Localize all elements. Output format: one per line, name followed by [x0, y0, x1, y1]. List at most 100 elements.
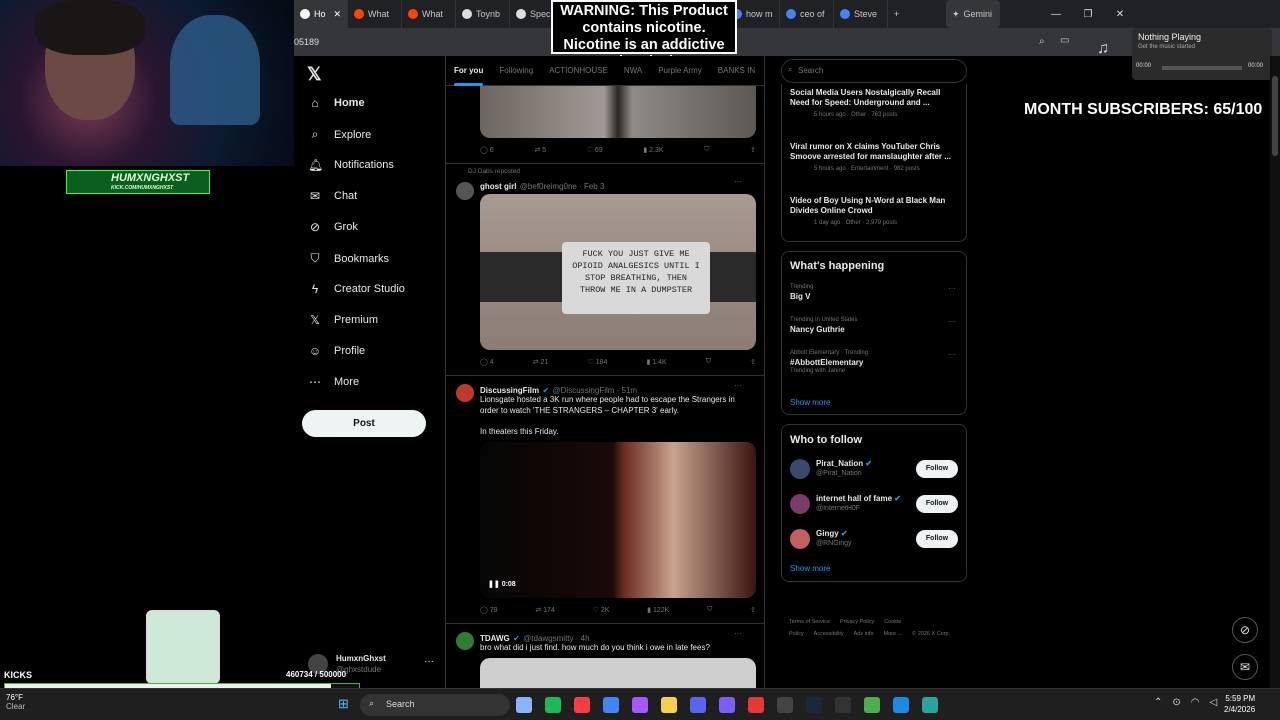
taskbar-search[interactable]: ⌕ Search: [360, 694, 510, 716]
nav-item-explore[interactable]: ⌕ Explore: [308, 127, 372, 142]
more-dots-icon[interactable]: ···: [734, 381, 742, 390]
feed-tab[interactable]: ACTIONHOUSE: [549, 66, 608, 75]
views-action[interactable]: ▮ 2.3K: [643, 146, 663, 154]
reply-action[interactable]: ◯ 6: [480, 146, 494, 154]
share-icon[interactable]: ⇪: [750, 358, 756, 366]
show-more-link[interactable]: Show more: [790, 564, 830, 573]
follow-button[interactable]: Follow: [916, 530, 958, 548]
grok-float-icon[interactable]: ⊘: [1232, 617, 1258, 643]
restore-icon[interactable]: ❐: [1072, 9, 1104, 20]
nav-item-chat[interactable]: ✉ Chat: [308, 189, 357, 203]
post-pills[interactable]: ◯ 6 ⇄ 5 ♡ 69 ▮ 2.3K ⛉ ⇪: [446, 86, 764, 164]
app-icon[interactable]: [632, 697, 648, 713]
x-logo-icon[interactable]: 𝕏: [307, 64, 322, 85]
minimize-icon[interactable]: —: [1040, 9, 1072, 20]
more-dots-icon[interactable]: ···: [948, 284, 956, 293]
chrome-icon[interactable]: [864, 697, 880, 713]
browser-tab[interactable]: Steve: [834, 0, 888, 28]
steam-icon[interactable]: [806, 697, 822, 713]
more-dots-icon[interactable]: ···: [948, 350, 956, 359]
browser-tab[interactable]: Ho ✕: [294, 0, 348, 28]
avatar[interactable]: [456, 384, 474, 402]
nav-item-premium[interactable]: 𝕏 Premium: [308, 313, 378, 327]
footer-link[interactable]: Terms of Service: [789, 619, 830, 625]
follow-button[interactable]: Follow: [916, 495, 958, 513]
follow-suggestion[interactable]: Gingy ✔ @RNGingy Follow: [790, 527, 962, 553]
chrome-icon[interactable]: [603, 697, 619, 713]
footer-link[interactable]: Accessibility: [814, 631, 844, 637]
scrollbar-thumb[interactable]: [1272, 76, 1278, 156]
follow-suggestion[interactable]: internet hall of fame ✔ @InternetH0F Follo…: [790, 492, 962, 518]
nav-item-profile[interactable]: ☺ Profile: [308, 344, 365, 358]
post-button[interactable]: Post: [302, 410, 426, 437]
nav-item-grok[interactable]: ⊘ Grok: [308, 220, 358, 234]
news-item[interactable]: Viral rumor on X claims YouTuber Chris S…: [790, 142, 962, 172]
feed-tab[interactable]: Purple Army: [658, 66, 702, 75]
follow-suggestion[interactable]: Pirat_Nation ✔ @Pirat_Nation Follow: [790, 457, 962, 483]
footer-link[interactable]: © 2026 X Corp.: [912, 631, 950, 637]
avatar[interactable]: [790, 529, 810, 549]
trend-item[interactable]: Trending in United States Nancy Guthrie ··…: [790, 317, 962, 335]
bookmark-icon[interactable]: ⛉: [706, 358, 711, 366]
footer-link[interactable]: More ...: [884, 631, 903, 637]
app-icon[interactable]: [922, 697, 938, 713]
like-action[interactable]: ♡ 2K: [593, 606, 610, 614]
bookmark-icon[interactable]: ⛉: [707, 606, 712, 614]
feed-tab[interactable]: Following: [499, 66, 533, 75]
system-tray[interactable]: ⌃⊙◠◁: [1154, 697, 1227, 708]
more-dots-icon[interactable]: ···: [424, 656, 434, 667]
avatar[interactable]: [790, 494, 810, 514]
feed-tab[interactable]: BANKS IN: [718, 66, 755, 75]
share-icon[interactable]: ⇪: [750, 146, 756, 154]
close-tab-icon[interactable]: ✕: [333, 9, 341, 20]
nav-item-more[interactable]: ⋯ More: [308, 375, 359, 389]
post-image[interactable]: FUCK YOU JUST GIVE ME OPIOID ANALGESICS …: [480, 194, 756, 350]
weather-widget[interactable]: 76°F Clear: [6, 693, 25, 711]
feed-tab[interactable]: NWA: [624, 66, 642, 75]
post-tdawg[interactable]: TDAWG ✔ @tdawgsmitty · 4h ··· bro what d…: [446, 624, 764, 688]
spotify-icon[interactable]: [545, 697, 561, 713]
footer-link[interactable]: Ads info: [854, 631, 874, 637]
discord-icon[interactable]: [690, 697, 706, 713]
repost-action[interactable]: ⇄ 174: [535, 606, 555, 614]
like-action[interactable]: ♡ 184: [587, 358, 607, 366]
post-ghost-girl[interactable]: DJ Dabs reposted ghost girl @bef0reimg0n…: [446, 164, 764, 376]
reply-action[interactable]: ◯ 4: [480, 358, 494, 366]
post-image[interactable]: [480, 658, 756, 688]
avatar[interactable]: [790, 459, 810, 479]
file-explorer-icon[interactable]: [661, 697, 677, 713]
clock[interactable]: 5:59 PM 2/4/2026: [1224, 693, 1255, 715]
messages-float-icon[interactable]: ✉: [1232, 654, 1258, 680]
pause-icon[interactable]: ❚❚: [488, 581, 500, 588]
cast-icon[interactable]: ▭: [1060, 35, 1069, 46]
more-dots-icon[interactable]: ···: [734, 629, 742, 638]
search-input[interactable]: ⌕ Search: [781, 59, 967, 83]
new-tab-button[interactable]: +: [888, 0, 912, 28]
post-discussingfilm[interactable]: DiscussingFilm ✔ @DiscussingFilm · 51m ·…: [446, 376, 764, 624]
browser-tab[interactable]: What: [402, 0, 456, 28]
trend-item[interactable]: Abbott Elementary · Trending #AbbottEleme…: [790, 350, 962, 374]
gemini-button[interactable]: ✦ Gemini: [946, 0, 1000, 28]
nav-item-notifications[interactable]: 🔔︎ Notifications: [308, 158, 394, 172]
post-image[interactable]: [480, 86, 756, 138]
browser-tab[interactable]: ceo of: [780, 0, 834, 28]
trend-item[interactable]: Trending Big V ···: [790, 284, 962, 302]
more-dots-icon[interactable]: ···: [948, 317, 956, 326]
windows-start-icon[interactable]: ⊞: [338, 697, 352, 711]
feed-tab[interactable]: For you: [454, 66, 484, 86]
terminal-icon[interactable]: [835, 697, 851, 713]
browser-tab[interactable]: What: [348, 0, 402, 28]
nav-item-home[interactable]: ⌂ Home: [308, 96, 364, 110]
bookmark-icon[interactable]: ⛉: [704, 146, 709, 154]
avatar[interactable]: [456, 632, 474, 650]
app-icon[interactable]: [719, 697, 735, 713]
app-icon[interactable]: [777, 697, 793, 713]
app-icon[interactable]: [893, 697, 909, 713]
more-dots-icon[interactable]: ···: [734, 177, 742, 186]
news-item[interactable]: Video of Boy Using N-Word at Black Man D…: [790, 196, 962, 226]
task-view-icon[interactable]: [516, 697, 532, 713]
news-item[interactable]: Social Media Users Nostalgically Recall …: [790, 88, 962, 118]
repost-action[interactable]: ⇄ 21: [533, 358, 549, 366]
views-action[interactable]: ▮ 1.4K: [646, 358, 666, 366]
post-video[interactable]: ❚❚ 0:08: [480, 442, 756, 598]
